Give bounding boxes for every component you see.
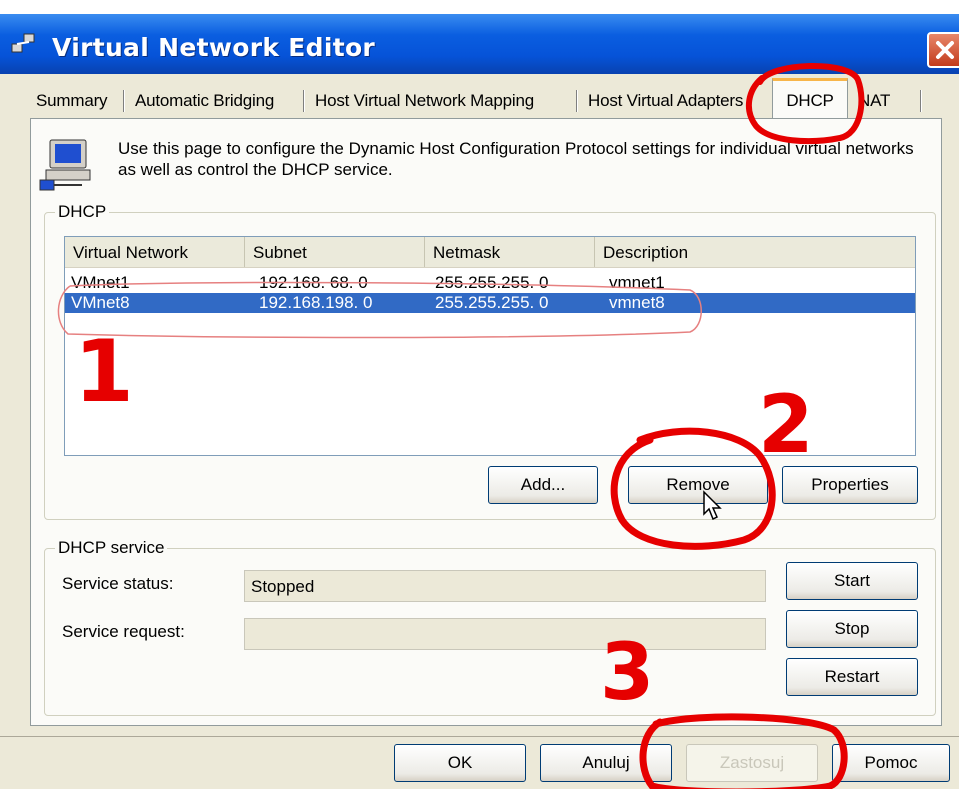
tab-host-virtual-adapters[interactable]: Host Virtual Adapters bbox=[582, 84, 782, 118]
cell-network: VMnet1 bbox=[71, 273, 130, 292]
divider bbox=[0, 736, 959, 737]
service-status-label: Service status: bbox=[62, 574, 174, 593]
tab-summary[interactable]: Summary bbox=[30, 84, 113, 118]
service-request-label: Service request: bbox=[62, 622, 185, 641]
restart-button[interactable]: Restart bbox=[786, 658, 918, 696]
computer-network-icon bbox=[39, 139, 91, 191]
apply-button[interactable]: Zastosuj bbox=[686, 744, 818, 782]
cell-subnet: 192.168.198. 0 bbox=[259, 293, 373, 312]
list-header: Virtual Network Subnet Netmask Descripti… bbox=[65, 237, 915, 268]
help-button[interactable]: Pomoc bbox=[832, 744, 950, 782]
annotation-number-1: 1 bbox=[74, 322, 134, 422]
table-row[interactable]: VMnet1 192.168. 68. 0 255.255.255. 0 vmn… bbox=[65, 273, 915, 293]
tab-automatic-bridging[interactable]: Automatic Bridging bbox=[129, 84, 280, 118]
virtual-network-editor-window: Virtual Network Editor Summary Automatic… bbox=[0, 0, 959, 789]
tab-separator bbox=[576, 90, 578, 112]
table-row[interactable]: VMnet8 192.168.198. 0 255.255.255. 0 vmn… bbox=[65, 293, 915, 313]
tab-dhcp[interactable]: DHCP bbox=[772, 78, 848, 118]
tab-nat[interactable]: NAT bbox=[852, 84, 924, 118]
dhcp-group-legend: DHCP bbox=[55, 202, 110, 222]
tab-separator bbox=[303, 90, 305, 112]
stop-button[interactable]: Stop bbox=[786, 610, 918, 648]
intro-text: Use this page to configure the Dynamic H… bbox=[118, 139, 914, 179]
dhcp-service-legend: DHCP service bbox=[55, 538, 168, 558]
column-description[interactable]: Description bbox=[595, 237, 915, 267]
column-netmask[interactable]: Netmask bbox=[425, 237, 595, 267]
cell-netmask: 255.255.255. 0 bbox=[435, 293, 549, 312]
start-button[interactable]: Start bbox=[786, 562, 918, 600]
service-request-field bbox=[244, 618, 766, 650]
cell-network: VMnet8 bbox=[71, 293, 130, 312]
tab-separator bbox=[123, 90, 125, 112]
top-strip bbox=[0, 0, 959, 14]
close-icon bbox=[936, 41, 954, 59]
cell-description: vmnet8 bbox=[609, 293, 665, 312]
ok-button[interactable]: OK bbox=[394, 744, 526, 782]
window-title: Virtual Network Editor bbox=[52, 33, 376, 62]
properties-button[interactable]: Properties bbox=[782, 466, 918, 504]
cancel-button[interactable]: Anuluj bbox=[540, 744, 672, 782]
tab-separator bbox=[920, 90, 922, 112]
remove-button[interactable]: Remove bbox=[628, 466, 768, 504]
column-subnet[interactable]: Subnet bbox=[245, 237, 425, 267]
annotation-number-3: 3 bbox=[600, 628, 655, 718]
cell-description: vmnet1 bbox=[609, 273, 665, 292]
cell-netmask: 255.255.255. 0 bbox=[435, 273, 549, 292]
add-button[interactable]: Add... bbox=[488, 466, 598, 504]
network-app-icon bbox=[11, 33, 35, 53]
close-button[interactable] bbox=[927, 32, 959, 68]
annotation-number-2: 2 bbox=[758, 378, 814, 471]
service-status-field: Stopped bbox=[244, 570, 766, 602]
cell-subnet: 192.168. 68. 0 bbox=[259, 273, 368, 292]
tab-host-virtual-network-mapping[interactable]: Host Virtual Network Mapping bbox=[309, 84, 540, 118]
column-virtual-network[interactable]: Virtual Network bbox=[65, 237, 245, 267]
title-bar[interactable]: Virtual Network Editor bbox=[0, 14, 959, 74]
